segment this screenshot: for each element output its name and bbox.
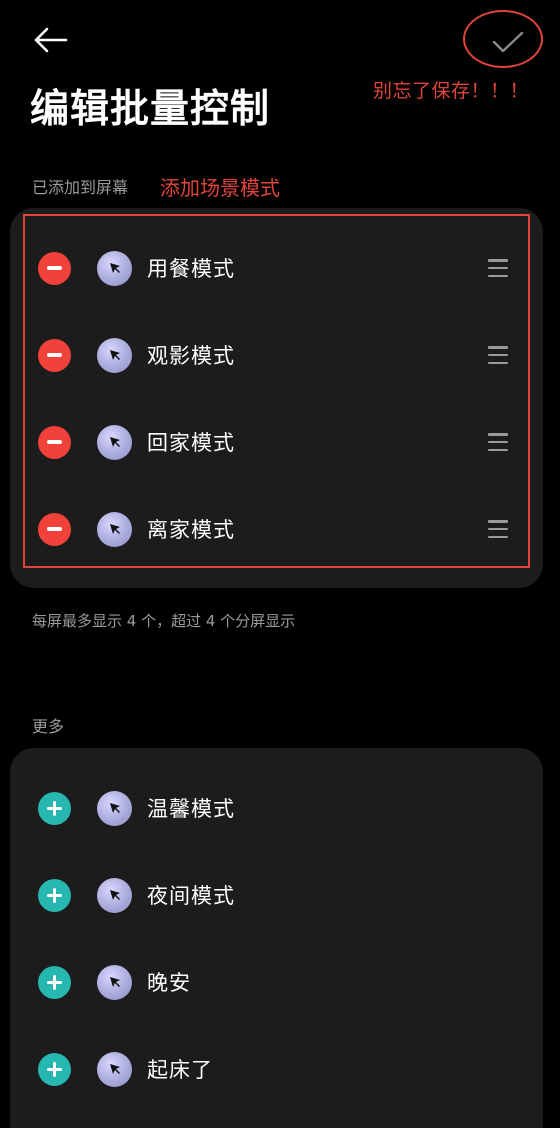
cursor-arrow-icon <box>97 1051 132 1087</box>
cursor-arrow-icon <box>97 337 132 373</box>
minus-icon <box>47 353 62 357</box>
added-section-label: 已添加到屏幕 <box>32 178 129 197</box>
cursor-arrow-icon <box>97 790 132 826</box>
page-title: 编辑批量控制 <box>30 87 271 132</box>
remove-button[interactable] <box>38 338 71 372</box>
added-scene-row: 观影模式 <box>10 327 543 383</box>
checkmark-icon <box>492 31 524 53</box>
scene-label: 温馨模式 <box>147 797 235 821</box>
more-scene-row: 夜间模式 <box>10 867 543 923</box>
save-reminder-annotation: 别忘了保存！！！ <box>373 80 530 102</box>
minus-icon <box>47 527 62 531</box>
cursor-arrow-icon <box>97 250 132 286</box>
screen-limit-hint: 每屏最多显示 4 个，超过 4 个分屏显示 <box>32 612 296 630</box>
add-button[interactable] <box>38 965 71 999</box>
more-scene-row: 温馨模式 <box>10 780 543 836</box>
added-scene-row: 用餐模式 <box>10 240 543 296</box>
plus-icon <box>47 887 62 903</box>
scene-label: 用餐模式 <box>147 257 235 281</box>
add-scene-annotation: 添加场景模式 <box>160 176 280 200</box>
added-scene-row: 离家模式 <box>10 501 543 557</box>
plus-icon <box>47 1061 62 1077</box>
add-button[interactable] <box>38 1052 71 1086</box>
drag-handle-icon[interactable] <box>488 433 508 451</box>
scene-label: 回家模式 <box>147 431 235 455</box>
more-scene-row: 起床了 <box>10 1041 543 1097</box>
scene-label: 观影模式 <box>147 344 235 368</box>
drag-handle-icon[interactable] <box>488 346 508 364</box>
remove-button[interactable] <box>38 425 71 459</box>
plus-icon <box>47 974 62 990</box>
edit-batch-control-screen: 别忘了保存！！！ 编辑批量控制 已添加到屏幕 添加场景模式 用餐模式 观影模式 … <box>0 0 560 1128</box>
more-scene-row: 晚安 <box>10 954 543 1010</box>
scene-label: 起床了 <box>147 1058 213 1082</box>
scene-label: 夜间模式 <box>147 884 235 908</box>
more-section-label: 更多 <box>32 717 65 736</box>
plus-icon <box>47 800 62 816</box>
arrow-left-icon <box>34 27 68 53</box>
cursor-arrow-icon <box>97 964 132 1000</box>
drag-handle-icon[interactable] <box>488 259 508 277</box>
remove-button[interactable] <box>38 512 71 546</box>
scene-label: 晚安 <box>147 971 191 995</box>
drag-handle-icon[interactable] <box>488 520 508 538</box>
save-button[interactable] <box>486 22 530 62</box>
cursor-arrow-icon <box>97 877 132 913</box>
minus-icon <box>47 440 62 444</box>
remove-button[interactable] <box>38 251 71 285</box>
cursor-arrow-icon <box>97 511 132 547</box>
minus-icon <box>47 266 62 270</box>
add-button[interactable] <box>38 791 71 825</box>
back-button[interactable] <box>28 22 72 58</box>
scene-label: 离家模式 <box>147 518 235 542</box>
add-button[interactable] <box>38 878 71 912</box>
cursor-arrow-icon <box>97 424 132 460</box>
added-scene-row: 回家模式 <box>10 414 543 470</box>
